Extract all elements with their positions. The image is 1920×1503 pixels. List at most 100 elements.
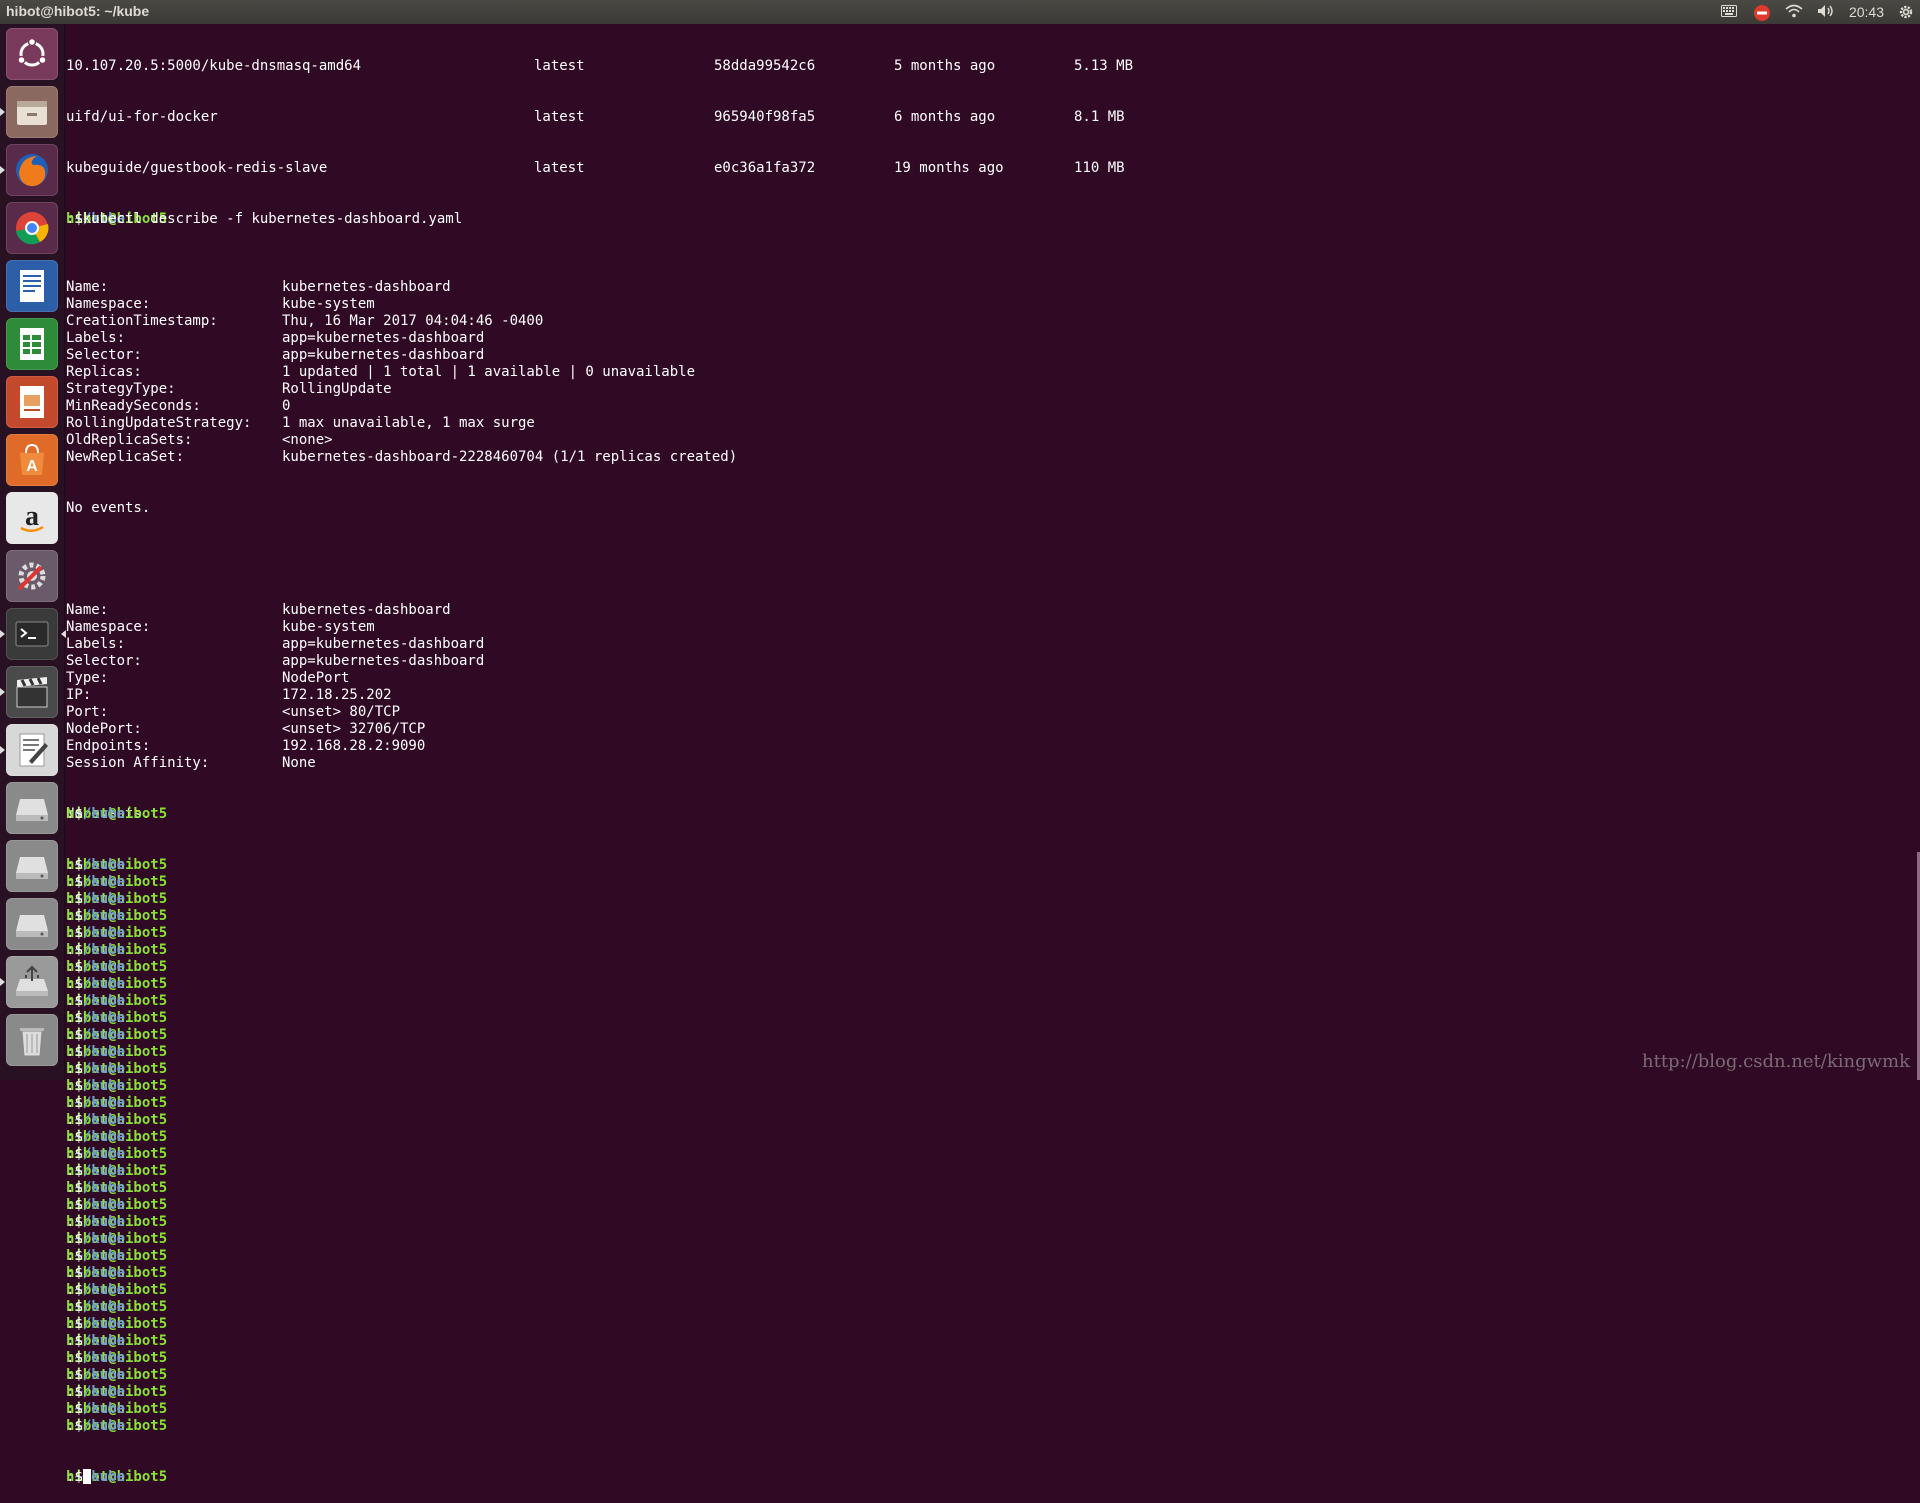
field-value: 1 updated | 1 total | 1 available | 0 un…: [282, 364, 696, 380]
field-key: Labels:: [66, 636, 126, 652]
field-key: OldReplicaSets:: [66, 432, 193, 448]
service-field: Labels: app=kubernetes-dashboard: [66, 636, 1914, 653]
field-key: Replicas:: [66, 364, 142, 380]
system-settings-icon[interactable]: [6, 550, 58, 602]
field-key: Name:: [66, 602, 109, 618]
field-key: Selector:: [66, 347, 142, 363]
field-key: NewReplicaSet:: [66, 449, 185, 465]
prompt-line: hibot@hibot5: ~/kube $: [66, 1282, 168, 1298]
field-value: kubernetes-dashboard: [282, 602, 451, 618]
empty-prompts: hibot@hibot5: ~/kube $ hibot@hibot5: ~/kube $…: [66, 857, 1914, 1435]
amazon-icon[interactable]: a: [6, 492, 58, 544]
text-editor-icon[interactable]: [0, 724, 58, 776]
image-row: 10.107.20.5:5000/kube-dnsmasq-amd64 late…: [66, 58, 1134, 74]
field-key: Endpoints:: [66, 738, 151, 754]
writer-icon[interactable]: [6, 260, 58, 312]
ubuntu-dash-icon[interactable]: [6, 28, 58, 80]
field-value: 192.168.28.2:9090: [282, 738, 426, 754]
service-field: NodePort: <unset> 32706/TCP: [66, 721, 1914, 738]
volume-icon[interactable]: [1817, 4, 1835, 20]
command-line: hibot@hibot5: ~/kube $ kubectl describe -f…: [66, 211, 463, 227]
calc-icon[interactable]: [6, 318, 58, 370]
field-value: NodePort: [282, 670, 350, 686]
prompt-line: hibot@hibot5: ~/kube $: [66, 908, 168, 924]
field-key: CreationTimestamp:: [66, 313, 218, 329]
deployment-field: NewReplicaSet: kubernetes-dashboard-22284…: [66, 449, 1914, 466]
prompt-line: hibot@hibot5: ~/kube $: [66, 1214, 168, 1230]
prompt-line: hibot@hibot5: ~/kube $: [66, 925, 168, 941]
field-key: Selector:: [66, 653, 142, 669]
deployment-field: StrategyType: RollingUpdate: [66, 381, 1914, 398]
prompt-line: hibot@hibot5: ~/kube $: [66, 1248, 168, 1264]
deployment-field: Labels: app=kubernetes-dashboard: [66, 330, 1914, 347]
trash-icon[interactable]: [6, 1014, 58, 1066]
prompt-line: hibot@hibot5: ~/kube $: [66, 1350, 168, 1366]
prompt-line: hibot@hibot5: ~/kube $: [66, 1418, 168, 1434]
terminal-output[interactable]: 10.107.20.5:5000/kube-dnsmasq-amd64 late…: [66, 24, 1914, 1485]
prompt-line: hibot@hibot5: ~/kube $: [66, 1010, 168, 1026]
launcher: A a: [0, 24, 66, 1080]
window-title: hibot@hibot5: ~/kube: [6, 3, 150, 19]
field-key: MinReadySeconds:: [66, 398, 201, 414]
prompt-line: hibot@hibot5: ~/kube $: [66, 1129, 168, 1145]
prompt-line: hibot@hibot5: ~/kube $: [66, 1316, 168, 1332]
field-value: kubernetes-dashboard: [282, 279, 451, 295]
prompt-line: hibot@hibot5: ~/kube $: [66, 1061, 168, 1077]
prompt-line: hibot@hibot5: ~/kube $: [66, 1163, 168, 1179]
files-icon[interactable]: [0, 86, 58, 138]
watermark: http://blog.csdn.net/kingwmk: [1642, 1051, 1910, 1072]
prompt-line: hibot@hibot5: ~/kube $: [66, 1384, 168, 1400]
deployment-field: Selector: app=kubernetes-dashboard: [66, 347, 1914, 364]
field-key: Namespace:: [66, 619, 151, 635]
prompt-line: hibot@hibot5: ~/kube $: [66, 1265, 168, 1281]
svg-text:a: a: [25, 501, 39, 532]
field-value: 0: [282, 398, 291, 414]
impress-icon[interactable]: [6, 376, 58, 428]
field-key: Namespace:: [66, 296, 151, 312]
service-field: Selector: app=kubernetes-dashboard: [66, 653, 1914, 670]
field-value: app=kubernetes-dashboard: [282, 330, 485, 346]
deployment-field: Replicas: 1 updated | 1 total | 1 availab…: [66, 364, 1914, 381]
no-events-prompt-line: No events. hibot@hibot5: ~/kube $: [66, 806, 168, 822]
prompt-line: hibot@hibot5: ~/kube $: [66, 1180, 168, 1196]
drive-3-icon[interactable]: [6, 898, 58, 950]
active-prompt-line[interactable]: hibot@hibot5: ~/kube $: [66, 1469, 1914, 1486]
prompt-line: hibot@hibot5: ~/kube $: [66, 874, 168, 890]
service-field: Port: <unset> 80/TCP: [66, 704, 1914, 721]
system-tray: 20:43: [1720, 2, 1916, 22]
field-value: Thu, 16 Mar 2017 04:04:46 -0400: [282, 313, 544, 329]
clock[interactable]: 20:43: [1849, 4, 1884, 20]
deployment-field: Namespace: kube-system: [66, 296, 1914, 313]
field-key: Name:: [66, 279, 109, 295]
service-field: IP: 172.18.25.202: [66, 687, 1914, 704]
service-field: Type: NodePort: [66, 670, 1914, 687]
wifi-icon[interactable]: [1785, 4, 1803, 20]
field-key: Type:: [66, 670, 109, 686]
prompt-line: hibot@hibot5: ~/kube $: [66, 1231, 168, 1247]
field-key: Session Affinity:: [66, 755, 210, 771]
terminal-icon[interactable]: [0, 608, 66, 660]
deployment-field: CreationTimestamp: Thu, 16 Mar 2017 04:04…: [66, 313, 1914, 330]
prompt-line: hibot@hibot5: ~/kube $: [66, 1112, 168, 1128]
keyboard-icon[interactable]: [1720, 4, 1739, 20]
gear-icon[interactable]: [1898, 4, 1916, 20]
prompt-line: hibot@hibot5: ~/kube $: [66, 959, 168, 975]
drive-2-icon[interactable]: [6, 840, 58, 892]
text-cursor: [82, 1469, 91, 1484]
usb-drive-icon[interactable]: [0, 956, 58, 1008]
video-editor-icon[interactable]: [0, 666, 58, 718]
firefox-icon[interactable]: [0, 144, 58, 196]
prompt-line: hibot@hibot5: ~/kube $: [66, 1095, 168, 1111]
field-key: IP:: [66, 687, 92, 703]
prompt-line: hibot@hibot5: ~/kube $: [66, 1401, 168, 1417]
prompt-line: hibot@hibot5: ~/kube $: [66, 857, 168, 873]
software-center-icon[interactable]: A: [6, 434, 58, 486]
no-entry-icon[interactable]: [1753, 4, 1771, 21]
chrome-icon[interactable]: [6, 202, 58, 254]
prompt-line: hibot@hibot5: ~/kube $: [66, 942, 168, 958]
drive-1-icon[interactable]: [6, 782, 58, 834]
prompt-line: hibot@hibot5: ~/kube $: [66, 1146, 168, 1162]
service-field: Endpoints: 192.168.28.2:9090: [66, 738, 1914, 755]
svg-text:A: A: [26, 458, 38, 475]
